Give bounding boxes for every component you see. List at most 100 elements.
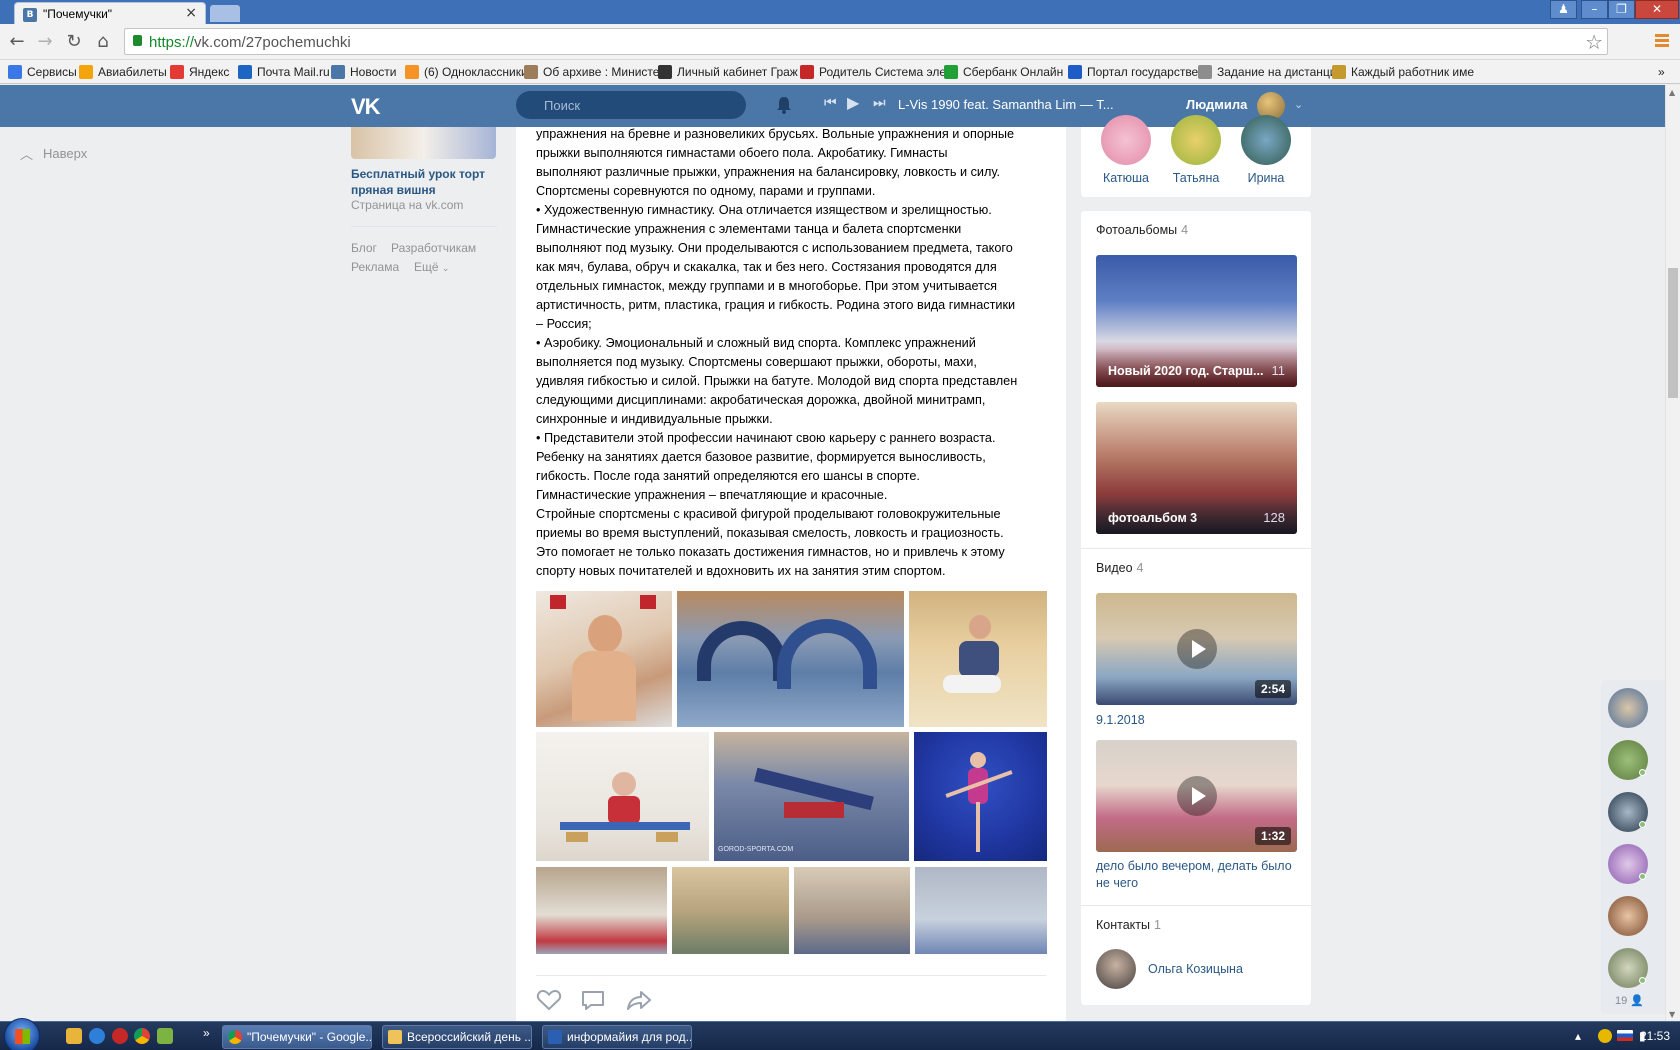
photo-kids-gym-hall[interactable]	[536, 867, 667, 954]
previous-track-icon[interactable]: ⏮	[824, 95, 837, 111]
post-text-line: • Художественную гимнастику. Она отличае…	[536, 203, 992, 217]
footer-link-developers[interactable]: Разработчикам	[391, 241, 476, 255]
tray-expand-icon[interactable]: ▴	[1575, 1029, 1581, 1043]
chat-count[interactable]: 19 👤	[1615, 994, 1644, 1007]
restore-button[interactable]: ❐	[1608, 0, 1635, 19]
bookmark-item[interactable]: Сбербанк Онлайн	[944, 63, 1063, 81]
close-tab-icon[interactable]: ×	[185, 5, 197, 21]
photo-pushup-boys[interactable]: GOROD-SPORTA.COM	[714, 732, 909, 861]
bookmark-item[interactable]: Сервисы	[8, 63, 77, 81]
chat-avatar[interactable]	[1608, 688, 1648, 728]
bookmark-item[interactable]: Задание на дистанцио	[1198, 63, 1343, 81]
photo-boy-balance[interactable]	[915, 867, 1047, 954]
bookmark-item[interactable]: Яндекс	[170, 63, 229, 81]
contact-name[interactable]: Ольга Козицына	[1148, 962, 1243, 976]
vk-logo[interactable]: VK	[351, 94, 381, 120]
contact-avatar[interactable]	[1096, 949, 1136, 989]
app-icon[interactable]	[157, 1028, 173, 1044]
play-icon[interactable]	[1176, 776, 1217, 816]
album-photo-3[interactable]: фотоальбом 3 128	[1096, 402, 1297, 534]
video-caption[interactable]: дело было вечером, делать было не чего	[1096, 858, 1301, 892]
album-new-year[interactable]: Новый 2020 год. Старш... 11	[1096, 255, 1297, 387]
taskbar-item-folder[interactable]: Всероссийский день ...	[382, 1025, 532, 1049]
new-tab-button[interactable]	[210, 5, 240, 22]
browser-menu-icon[interactable]	[1655, 34, 1669, 48]
back-to-top-link[interactable]: ︿ Наверх	[20, 144, 87, 163]
address-bar[interactable]: https://vk.com/27pochemuchki ☆	[124, 28, 1608, 55]
friend-avatar	[1171, 115, 1221, 165]
video-thumb-2[interactable]: 1:32	[1096, 740, 1297, 852]
ad-title[interactable]: Бесплатный урок торт пряная вишня	[351, 166, 501, 198]
photo-boy-rings[interactable]	[536, 591, 672, 727]
videos-header[interactable]: Видео 4	[1096, 561, 1143, 575]
friend-irina[interactable]: Ирина	[1231, 115, 1301, 185]
bookmark-label: Портал государственн	[1087, 65, 1212, 79]
bookmark-item[interactable]: Каждый работник име	[1332, 63, 1474, 81]
search-box[interactable]	[516, 91, 746, 119]
bookmarks-overflow-icon[interactable]: »	[1658, 63, 1665, 81]
bookmark-item[interactable]: Родитель Система эле	[800, 63, 946, 81]
minimize-button[interactable]: –	[1581, 0, 1608, 19]
footer-link-more[interactable]: Ещё ⌄	[414, 260, 449, 274]
start-button[interactable]	[4, 1018, 40, 1050]
like-heart-icon[interactable]	[536, 989, 562, 1011]
now-playing-track[interactable]: L-Vis 1990 feat. Samantha Lim — T...	[898, 97, 1114, 112]
play-icon[interactable]	[1176, 629, 1217, 669]
internet-explorer-icon[interactable]	[89, 1028, 105, 1044]
opera-icon[interactable]	[112, 1028, 128, 1044]
user-name[interactable]: Людмила	[1186, 97, 1247, 112]
user-profile-icon[interactable]: ♟	[1550, 0, 1577, 19]
friend-katyusha[interactable]: Катюша	[1091, 115, 1161, 185]
forward-arrow-icon[interactable]: →	[33, 30, 57, 54]
search-input[interactable]	[516, 91, 746, 119]
close-window-button[interactable]: ✕	[1635, 0, 1679, 19]
footer-link-blog[interactable]: Блог	[351, 241, 377, 255]
footer-link-ads[interactable]: Реклама	[351, 260, 399, 274]
photo-boy-pommel[interactable]	[794, 867, 910, 954]
online-indicator	[1639, 821, 1646, 828]
video-thumb-1[interactable]: 2:54	[1096, 593, 1297, 705]
share-icon[interactable]	[626, 989, 652, 1011]
contacts-header[interactable]: Контакты 1	[1096, 918, 1161, 932]
comment-icon[interactable]	[580, 989, 606, 1011]
photo-girl-rings[interactable]	[909, 591, 1047, 727]
bookmark-item[interactable]: Новости	[331, 63, 396, 81]
chevron-down-icon[interactable]: ⌄	[1294, 98, 1303, 111]
taskbar-item-word[interactable]: информайия для род...	[542, 1025, 692, 1049]
page-scrollbar[interactable]: ▲ ▼	[1665, 85, 1680, 1025]
photo-split-girl[interactable]	[536, 732, 709, 861]
taskbar-item-chrome[interactable]: "Почемучки" - Google...	[222, 1025, 372, 1049]
photo-rhythmic-girl[interactable]	[914, 732, 1047, 861]
friend-tatyana[interactable]: Татьяна	[1161, 115, 1231, 185]
ad-image[interactable]	[351, 127, 496, 159]
clock[interactable]: 21:53	[1640, 1029, 1670, 1043]
reload-icon[interactable]: ↻	[62, 30, 86, 54]
photo-bridge-exercise[interactable]	[677, 591, 904, 727]
friend-avatar	[1241, 115, 1291, 165]
bookmark-item[interactable]: Почта Mail.ru	[238, 63, 330, 81]
notifications-bell-icon[interactable]	[776, 96, 792, 114]
tray-app-icon[interactable]	[1598, 1029, 1612, 1043]
browser-tab[interactable]: B "Почемучки" ×	[14, 2, 206, 24]
media-player-icon[interactable]	[66, 1028, 82, 1044]
scroll-down-arrow-icon[interactable]: ▼	[1669, 1010, 1675, 1019]
home-icon[interactable]: ⌂	[91, 30, 115, 54]
bookmark-star-icon[interactable]: ☆	[1585, 30, 1603, 54]
chrome-icon[interactable]	[134, 1028, 150, 1044]
chat-avatar[interactable]	[1608, 896, 1648, 936]
bookmark-item[interactable]: Портал государственн	[1068, 63, 1211, 81]
photo-handstand-kids[interactable]	[672, 867, 789, 954]
language-flag-icon[interactable]	[1617, 1030, 1633, 1041]
bookmark-item[interactable]: (6) Одноклассники	[405, 63, 528, 81]
play-icon[interactable]: ▶	[847, 93, 859, 112]
bookmark-item[interactable]: Авиабилеты	[79, 63, 167, 81]
quick-launch-more-icon[interactable]: »	[203, 1026, 210, 1040]
bookmark-item[interactable]: Об архиве : Министерс	[524, 63, 672, 81]
bookmark-item[interactable]: Личный кабинет Граж	[658, 63, 798, 81]
back-arrow-icon[interactable]: ←	[5, 30, 29, 54]
next-track-icon[interactable]: ⏭	[873, 95, 886, 111]
scroll-up-arrow-icon[interactable]: ▲	[1669, 88, 1675, 97]
scroll-thumb[interactable]	[1668, 268, 1678, 398]
video-caption[interactable]: 9.1.2018	[1096, 712, 1301, 729]
albums-header[interactable]: Фотоальбомы 4	[1096, 223, 1188, 237]
